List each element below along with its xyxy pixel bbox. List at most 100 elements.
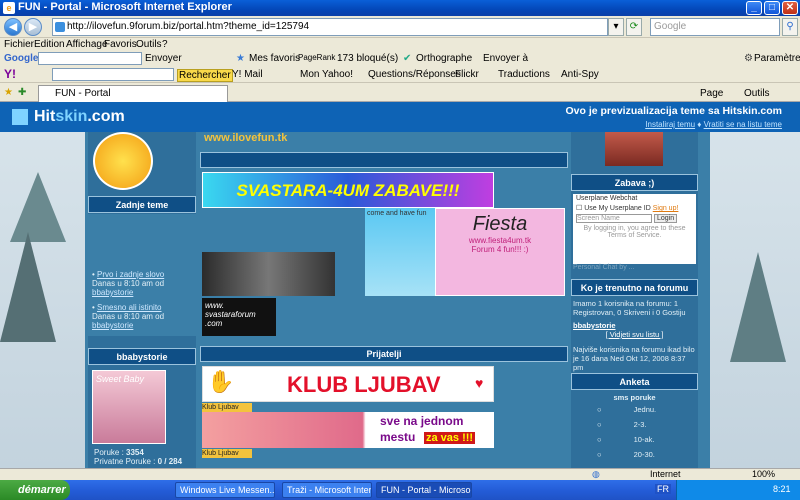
favorites-star-icon[interactable]: ★ xyxy=(4,87,13,98)
poll-box: sms poruke ○ Jednu. ○ 2-3. ○ 10-ak. ○ 20… xyxy=(573,393,696,459)
yahoo-mail-button[interactable]: Y! Mail xyxy=(232,69,263,80)
yahoo-search-input[interactable] xyxy=(52,68,174,81)
slogan-3: za vas !!! xyxy=(424,432,476,444)
left-column: Zadnje teme • Prvo i zadnje slovo Danas … xyxy=(88,132,196,468)
klub-tag: Klub Ljubav xyxy=(202,403,252,412)
hand-wave-icon: ✋ xyxy=(207,369,235,394)
forward-button[interactable]: ▶ xyxy=(24,18,42,36)
svastaraforum-banner[interactable]: www. svastaraforum .com xyxy=(202,298,276,336)
minimize-button[interactable]: _ xyxy=(746,1,762,15)
poll-option[interactable]: ○ Jednu. xyxy=(597,405,696,414)
back-button[interactable]: ◀ xyxy=(4,18,22,36)
klub-ljubav-banner[interactable]: ✋ KLUB LJUBAV ♥ xyxy=(202,366,494,402)
popup-blocked-button[interactable]: 173 bloqué(s) xyxy=(337,53,398,64)
taskbar-item-messenger[interactable]: Windows Live Messen... xyxy=(175,482,275,498)
taskbar-item-search[interactable]: Traži - Microsoft Inter... xyxy=(282,482,372,498)
flickr-button[interactable]: Flickr xyxy=(455,69,479,80)
globe-icon: ◍ xyxy=(592,469,600,479)
google-search-input[interactable] xyxy=(38,52,142,65)
recent-topic-user[interactable]: bbabystorie xyxy=(92,321,133,330)
menu-affichage[interactable]: Affichage xyxy=(66,39,108,50)
snow-tree-image-2 xyxy=(0,232,56,342)
yahoo-toolbar: Y! Rechercher Y! Mail Mon Yahoo! Questio… xyxy=(0,67,800,83)
partners-header: Prijatelji xyxy=(200,346,568,362)
fiesta-sub: Forum 4 fun!!! :) xyxy=(471,245,529,254)
poll-question: sms poruke xyxy=(613,393,656,402)
web-page: Hitskin.com Ovo je previzualizacija teme… xyxy=(0,102,800,468)
chat-screenname-input[interactable]: Screen Name xyxy=(576,214,652,223)
menu-bar: Fichier Edition Affichage Favoris Outils… xyxy=(0,38,800,51)
recent-topic-link[interactable]: Prvo i zadnje slovo xyxy=(97,270,164,279)
menu-favoris[interactable]: Favoris xyxy=(104,39,137,50)
klub-slogan-banner[interactable]: sve na jednom mestu za vas !!! xyxy=(202,412,494,448)
chat-signup-link[interactable]: Sign up! xyxy=(653,205,679,212)
check-icon: ✔ xyxy=(403,53,412,64)
taskbar-item-fun-portal[interactable]: FUN - Portal - Microso... xyxy=(376,482,472,498)
top-url-banner: www.ilovefun.tk xyxy=(204,132,288,144)
online-text: Imamo 1 korisnika na forumu: 1 Registrov… xyxy=(573,299,686,317)
hitskin-logo: Hitskin.com xyxy=(34,108,125,126)
svastara-banner[interactable]: SVASTARA-4UM ZABAVE!!! xyxy=(202,172,494,208)
add-favorite-icon[interactable]: ✚ xyxy=(18,87,26,98)
online-user-link[interactable]: bbabystorie xyxy=(573,321,616,330)
chat-login-button[interactable]: Login xyxy=(653,214,678,223)
online-header: Ko je trenutno na forumu xyxy=(571,279,698,296)
antispy-button[interactable]: Anti-Spy xyxy=(561,69,599,80)
poll-option[interactable]: ○ 10-ak. xyxy=(597,435,696,444)
google-send-button[interactable]: Envoyer xyxy=(145,53,182,64)
klub-tag-2: Klub Ljubav xyxy=(202,449,252,458)
right-background xyxy=(710,132,800,468)
chat-remember-label: Use My Userplane ID xyxy=(584,205,651,212)
qa-button[interactable]: Questions/Réponses xyxy=(368,69,461,80)
chat-remember: ☐ Use My Userplane ID Sign up! xyxy=(576,205,679,212)
install-theme-link[interactable]: Instaliraj temu xyxy=(645,120,695,129)
menu-help[interactable]: ? xyxy=(162,39,168,50)
settings-button[interactable]: Paramètres xyxy=(754,53,800,64)
close-button[interactable]: ✕ xyxy=(782,1,798,15)
send-to-button[interactable]: Envoyer à xyxy=(483,53,528,64)
poll-option[interactable]: ○ 2-3. xyxy=(597,420,696,429)
chat-box-header: Zabava ;) xyxy=(571,174,698,191)
zoom-level[interactable]: 100% xyxy=(752,469,775,479)
menu-fichier[interactable]: Fichier xyxy=(4,39,34,50)
menu-outils[interactable]: Outils xyxy=(136,39,162,50)
fiesta-banner[interactable]: Fiesta www.fiesta4um.tk Forum 4 fun!!! :… xyxy=(435,208,565,296)
posts-count: 3354 xyxy=(126,448,144,457)
search-input[interactable]: Google xyxy=(650,18,780,36)
title-bar: e FUN - Portal - Microsoft Internet Expl… xyxy=(0,0,800,16)
recent-topic-link[interactable]: Smesno ali istinito xyxy=(97,303,161,312)
poll-option-label: 2-3. xyxy=(633,420,647,429)
fiesta-title: Fiesta xyxy=(472,213,528,235)
favorites-button[interactable]: Mes favoris xyxy=(249,53,300,64)
prison-break-image xyxy=(202,252,335,296)
maximize-button[interactable]: □ xyxy=(764,1,780,15)
come-fun-banner[interactable]: come and have fun xyxy=(365,208,435,296)
page-menu[interactable]: Page xyxy=(700,88,723,99)
fiesta-url: www.fiesta4um.tk xyxy=(468,236,532,245)
spelling-button[interactable]: Orthographe xyxy=(416,53,472,64)
my-yahoo-button[interactable]: Mon Yahoo! xyxy=(300,69,353,80)
chat-login-row: Screen Name Login xyxy=(573,213,696,224)
yahoo-search-button[interactable]: Rechercher xyxy=(177,69,233,82)
user-stats: Poruke : 3354 Privatne Poruke : 0 / 284 xyxy=(94,448,182,466)
hitskin-links: Instaliraj temu ♦ Vratiti se na listu te… xyxy=(645,120,782,129)
avatar-text: Sweet Baby xyxy=(96,374,145,384)
menu-edition[interactable]: Edition xyxy=(34,39,65,50)
search-icon[interactable]: ⚲ xyxy=(782,18,798,36)
address-dropdown[interactable]: ▾ xyxy=(608,18,624,36)
online-list-link[interactable]: [ Vidjeti svu listu ] xyxy=(606,330,664,339)
tools-menu[interactable]: Outils xyxy=(744,88,770,99)
chat-powered: Personal Chat by ... xyxy=(573,264,635,271)
poll-option[interactable]: ○ 20-30. xyxy=(597,450,696,459)
translate-button[interactable]: Traductions xyxy=(498,69,550,80)
language-indicator[interactable]: FR xyxy=(655,484,671,494)
tab-fun-portal[interactable]: FUN - Portal xyxy=(38,85,228,102)
start-button[interactable]: démarrer xyxy=(0,480,70,500)
logo-part-com: .com xyxy=(87,108,125,125)
taskbar: démarrer Windows Live Messen... Traži - … xyxy=(0,480,800,500)
recent-topics-list: • Prvo i zadnje slovo Danas u 8:10 am od… xyxy=(88,214,196,336)
address-bar[interactable]: http://ilovefun.9forum.biz/portal.htm?th… xyxy=(52,18,608,36)
chat-terms: By logging in, you agree to these Terms … xyxy=(583,225,686,239)
return-list-link[interactable]: Vratiti se na listu teme xyxy=(704,120,782,129)
recent-topic-user[interactable]: bbabystorie xyxy=(92,288,133,297)
